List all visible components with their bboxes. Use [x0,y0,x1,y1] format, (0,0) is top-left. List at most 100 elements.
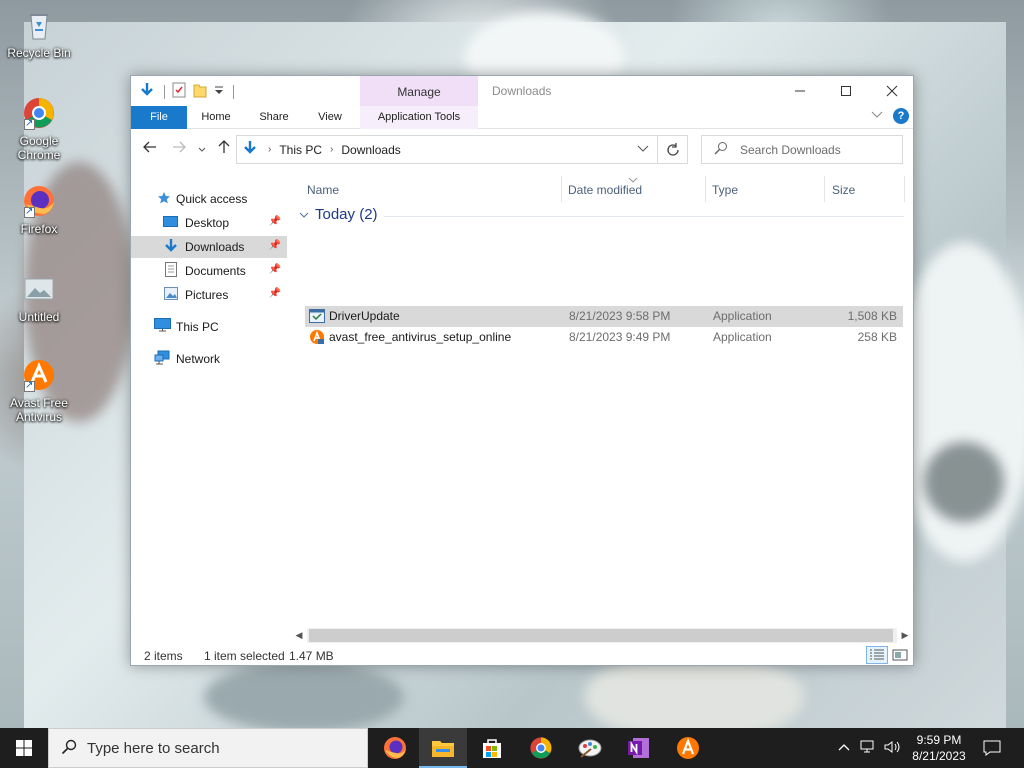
scroll-left-button[interactable]: ◀ [291,628,307,643]
chevron-down-icon [299,212,309,218]
network-icon [154,350,171,368]
sidebar-item-label: This PC [176,320,219,334]
clock-date: 8/21/2023 [912,749,966,763]
toolbar-separator [233,84,234,99]
new-folder-icon[interactable] [193,82,207,101]
file-type: Application [713,330,772,344]
address-bar[interactable]: › This PC › Downloads [236,135,658,164]
tab-view[interactable]: View [307,106,353,129]
file-name: DriverUpdate [329,309,400,323]
minimize-button[interactable] [777,76,823,106]
file-list: Name Date modified Type Size Today (2) D… [291,170,913,625]
tab-file[interactable]: File [131,106,187,129]
navigation-pane: Quick access Desktop 📌 Downloads 📌 Docum… [131,180,291,635]
details-view-button[interactable] [866,646,888,664]
properties-icon[interactable] [172,82,186,101]
column-header-type[interactable]: Type [712,178,738,202]
pin-icon[interactable]: 📌 [269,264,281,275]
taskbar-app-store[interactable] [468,728,516,768]
tab-share[interactable]: Share [251,106,297,129]
file-explorer-icon [432,741,454,757]
store-icon [483,739,501,758]
file-row[interactable]: avast_free_antivirus_setup_online 8/21/2… [305,327,903,348]
column-divider[interactable] [904,176,905,202]
sidebar-item-network[interactable]: Network [131,348,287,370]
recent-locations-button[interactable] [197,142,207,158]
taskbar-app-avast[interactable] [664,728,712,768]
close-button[interactable] [869,76,915,106]
file-size: 258 KB [857,330,897,344]
taskbar-app-onenote[interactable] [615,728,663,768]
desktop-icon-label: Avast Free Antivirus [10,396,68,424]
pin-icon[interactable]: 📌 [269,240,281,251]
file-type: Application [713,309,772,323]
refresh-button[interactable] [658,135,688,164]
scroll-right-button[interactable]: ▶ [897,628,913,643]
tab-application-tools[interactable]: Application Tools [360,106,478,129]
forward-button[interactable] [172,140,186,157]
back-button[interactable] [143,140,157,157]
desktop-icon-untitled[interactable]: Untitled [1,272,77,324]
desktop-icon-google-chrome[interactable]: Google Chrome [1,96,77,162]
network-status-button[interactable] [860,740,876,757]
desktop-icon-recycle-bin[interactable]: Recycle Bin [1,8,77,60]
taskbar-search-box[interactable]: Type here to search [48,728,368,768]
show-hidden-icons-button[interactable] [838,741,850,755]
sidebar-item-documents[interactable]: Documents 📌 [131,260,287,282]
file-name: avast_free_antivirus_setup_online [329,330,512,344]
taskbar-clock[interactable]: 9:59 PM 8/21/2023 [906,732,972,764]
address-dropdown-button[interactable] [637,143,649,157]
desktop-icon-firefox[interactable]: Firefox [1,184,77,236]
taskbar-app-paint[interactable] [566,728,614,768]
maximize-button[interactable] [823,76,869,106]
desktop-icon-label: Untitled [18,310,60,324]
chevron-down-icon [637,145,649,152]
sidebar-item-this-pc[interactable]: This PC [131,316,287,338]
pictures-folder-icon [164,287,178,303]
taskbar-app-file-explorer[interactable] [419,728,467,768]
network-icon [860,740,874,752]
sidebar-item-desktop[interactable]: Desktop 📌 [131,212,287,234]
chevron-down-icon [198,147,206,152]
column-header-size[interactable]: Size [832,178,855,202]
breadcrumb-downloads[interactable]: Downloads [341,143,400,157]
column-divider[interactable] [824,176,825,202]
download-arrow-icon [139,82,155,101]
column-header-name[interactable]: Name [307,178,339,202]
taskbar-app-chrome[interactable] [517,728,565,768]
customize-toolbar-icon[interactable] [214,84,224,99]
column-divider[interactable] [705,176,706,202]
sidebar-item-pictures[interactable]: Pictures 📌 [131,284,287,306]
desktop-icon-avast[interactable]: Avast Free Antivirus [1,358,77,424]
up-button[interactable] [217,140,231,157]
tab-manage[interactable]: Manage [360,76,478,106]
chevron-down-icon [871,111,883,118]
group-header-today[interactable]: Today (2) [299,206,378,223]
file-row[interactable]: DriverUpdate 8/21/2023 9:58 PM Applicati… [305,306,903,327]
column-divider[interactable] [561,176,562,202]
notifications-icon [983,740,1001,756]
breadcrumb-this-pc[interactable]: This PC [279,143,322,157]
scrollbar-thumb[interactable] [309,629,893,642]
details-view-icon [870,649,884,660]
search-placeholder: Search Downloads [740,142,841,157]
pin-icon[interactable]: 📌 [269,216,281,227]
taskbar-app-firefox[interactable] [371,728,419,768]
large-icons-view-button[interactable] [889,646,911,664]
expand-ribbon-button[interactable] [871,109,883,123]
pin-icon[interactable]: 📌 [269,288,281,299]
help-button[interactable]: ? [893,108,909,124]
tab-home[interactable]: Home [193,106,239,129]
sidebar-item-downloads[interactable]: Downloads 📌 [131,236,287,258]
volume-button[interactable] [884,740,902,757]
action-center-button[interactable] [980,728,1004,768]
start-button[interactable] [0,728,48,768]
onenote-icon [628,738,649,758]
sidebar-item-quick-access[interactable]: Quick access [131,188,287,210]
search-input[interactable]: Search Downloads [701,135,903,164]
desktop-icon-label: Recycle Bin [7,46,71,60]
avast-icon [677,737,699,759]
horizontal-scrollbar[interactable]: ◀ ▶ [291,628,913,643]
column-header-date-modified[interactable]: Date modified [568,178,642,202]
system-tray [838,728,902,768]
